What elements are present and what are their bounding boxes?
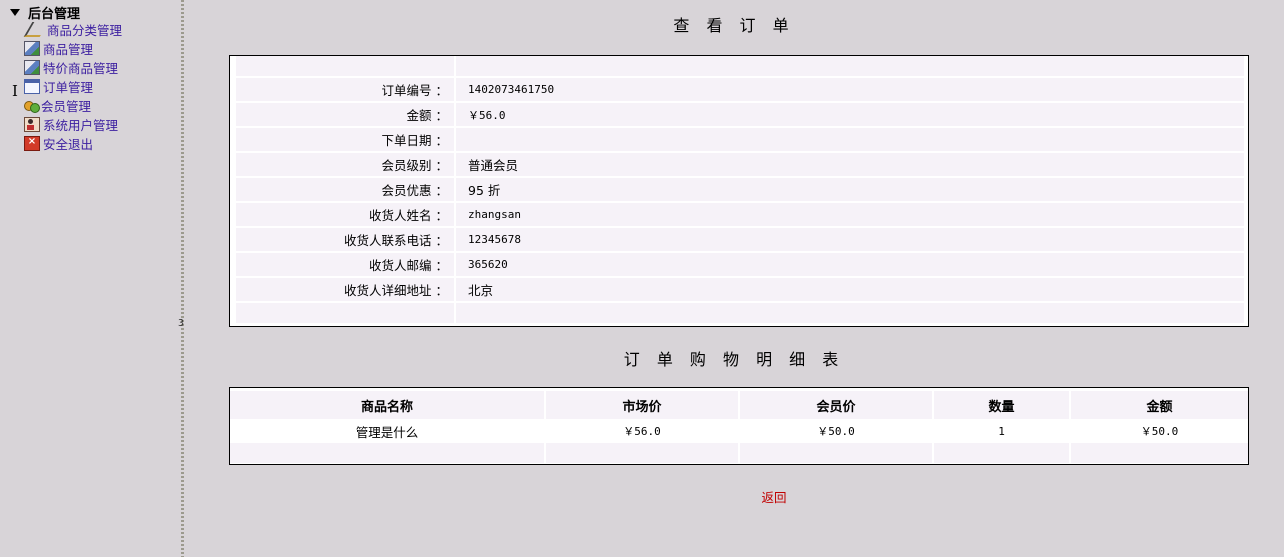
field-label: 收货人联系电话 ：: [236, 227, 455, 253]
field-value: zhangsan: [454, 202, 1244, 228]
back-link[interactable]: 返回: [184, 487, 1284, 506]
info-row-amount: 金额 ： ￥56.0: [236, 102, 1244, 128]
column-header-member-price: 会员价: [739, 391, 934, 419]
column-header-name: 商品名称: [230, 391, 546, 419]
pencil-icon: [23, 22, 49, 37]
info-row-member-discount: 会员优惠 ： 95 折: [236, 177, 1244, 203]
details-title: 订 单 购 物 明 细 表: [623, 350, 845, 369]
order-info-panel: 订单编号 ： 1402073461750 金额 ： ￥56.0 下单日期 ： 会…: [229, 55, 1249, 327]
order-details-panel: 商品名称 市场价 会员价 数量 金额 管理是什么 ￥56.0 ￥50.0 1 ￥…: [229, 387, 1249, 465]
field-label: 收货人详细地址 ：: [236, 277, 455, 303]
field-value: 365620: [454, 252, 1244, 278]
exit-icon: ×: [24, 136, 40, 151]
info-row-receiver-name: 收货人姓名 ： zhangsan: [236, 202, 1244, 228]
page-title: 查 看 订 单: [673, 16, 795, 35]
field-label: 收货人邮编 ：: [236, 252, 455, 278]
cell-market-price: ￥56.0: [545, 419, 740, 443]
sidebar-item-orders[interactable]: 订单管理: [24, 77, 122, 96]
field-label: 下单日期 ：: [236, 127, 455, 153]
sidebar-item-special-products[interactable]: 特价商品管理: [24, 58, 122, 77]
order-details-table: 商品名称 市场价 会员价 数量 金额 管理是什么 ￥56.0 ￥50.0 1 ￥…: [230, 391, 1248, 463]
sidebar-item-label: 商品管理: [43, 42, 94, 57]
field-label: 会员级别 ：: [236, 152, 455, 178]
table-row: 管理是什么 ￥56.0 ￥50.0 1 ￥50.0: [230, 419, 1248, 443]
users-icon: [24, 99, 40, 113]
info-row-receiver-address: 收货人详细地址 ： 北京: [236, 277, 1244, 303]
order-info-table: 订单编号 ： 1402073461750 金额 ： ￥56.0 下单日期 ： 会…: [236, 56, 1244, 325]
cell-product-name: 管理是什么: [230, 419, 546, 443]
field-label: 会员优惠 ：: [236, 177, 455, 203]
sidebar-item-label: 会员管理: [41, 99, 92, 114]
sidebar: 后台管理 商品分类管理 商品管理 特价商品管理 订单管理 会员管理 系统用户管理…: [0, 0, 181, 557]
field-value: 北京: [454, 277, 1244, 303]
field-value: ￥56.0: [454, 102, 1244, 128]
table-header-row: 商品名称 市场价 会员价 数量 金额: [230, 391, 1248, 419]
sidebar-item-products[interactable]: 商品管理: [24, 39, 122, 58]
sidebar-item-label: 特价商品管理: [43, 61, 119, 76]
caret-down-icon[interactable]: [10, 9, 20, 16]
info-row-order-date: 下单日期 ：: [236, 127, 1244, 153]
sidebar-item-label: 商品分类管理: [47, 23, 123, 38]
column-header-quantity: 数量: [933, 391, 1071, 419]
sidebar-item-label: 安全退出: [43, 137, 94, 152]
field-label: 订单编号 ：: [236, 77, 455, 103]
sidebar-item-logout[interactable]: × 安全退出: [24, 134, 122, 153]
field-value: [454, 127, 1244, 153]
sidebar-item-label: 订单管理: [43, 80, 94, 95]
window-icon: [24, 79, 40, 94]
image-icon: [24, 41, 40, 56]
field-label: 收货人姓名 ：: [236, 202, 455, 228]
field-label: 金额 ：: [236, 102, 455, 128]
info-row-member-level: 会员级别 ： 普通会员: [236, 152, 1244, 178]
sidebar-item-label: 系统用户管理: [43, 118, 119, 133]
image-icon: [24, 60, 40, 75]
column-header-amount: 金额: [1070, 391, 1248, 419]
info-row-receiver-zip: 收货人邮编 ： 365620: [236, 252, 1244, 278]
field-value: 12345678: [454, 227, 1244, 253]
cell-amount: ￥50.0: [1070, 419, 1248, 443]
field-value: 普通会员: [454, 152, 1244, 178]
sidebar-item-members[interactable]: 会员管理: [24, 96, 122, 115]
text-cursor-icon: I: [12, 82, 18, 100]
sidebar-item-category[interactable]: 商品分类管理: [23, 20, 123, 39]
field-value: 95 折: [454, 177, 1244, 203]
person-icon: [24, 117, 40, 132]
column-header-market-price: 市场价: [545, 391, 740, 419]
sidebar-menu: 商品分类管理 商品管理 特价商品管理 订单管理 会员管理 系统用户管理 × 安全…: [23, 20, 123, 153]
field-value: 1402073461750: [454, 77, 1244, 103]
cell-quantity: 1: [933, 419, 1071, 443]
sidebar-item-system-users[interactable]: 系统用户管理: [24, 115, 122, 134]
cell-member-price: ￥50.0: [739, 419, 934, 443]
info-row-receiver-phone: 收货人联系电话 ： 12345678: [236, 227, 1244, 253]
main-content: 查 看 订 单 订单编号 ： 1402073461750 金额 ： ￥56.0 …: [184, 0, 1284, 557]
info-row-order-number: 订单编号 ： 1402073461750: [236, 77, 1244, 103]
